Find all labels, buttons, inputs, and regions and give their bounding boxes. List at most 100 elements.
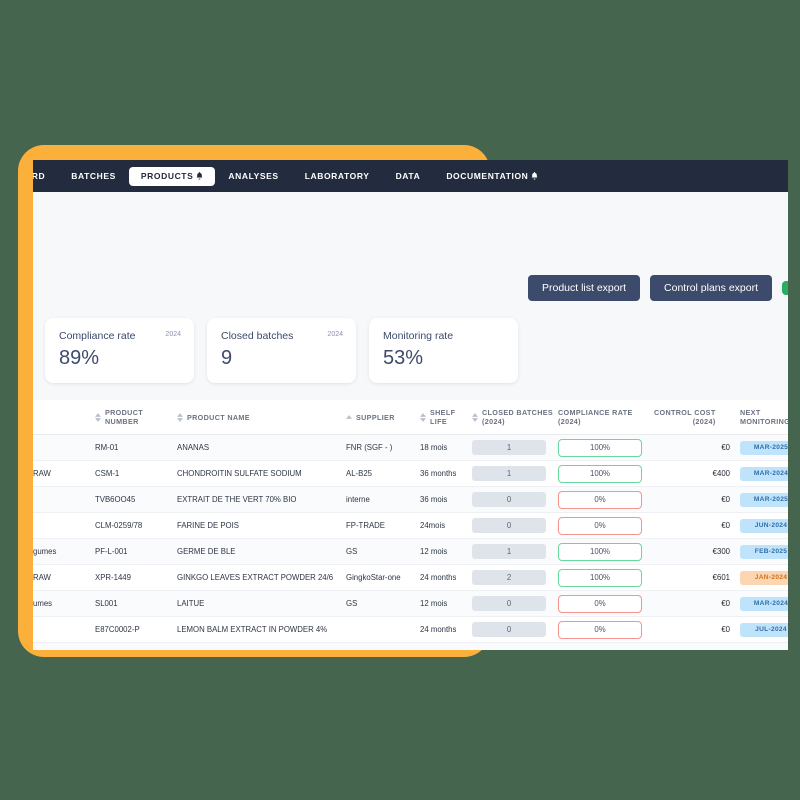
extra-export-button[interactable] bbox=[782, 281, 788, 295]
column-header-label: SHELF LIFE bbox=[430, 408, 456, 426]
cell-next-monitoring bbox=[740, 642, 788, 650]
cell-supplier: AL-B25 bbox=[346, 460, 420, 487]
column-header-next-monitoring[interactable]: NEXT MONITORING bbox=[740, 400, 788, 435]
cell-control-cost: €0 bbox=[654, 616, 740, 643]
cell-product-name bbox=[177, 642, 346, 650]
table-row[interactable]: TVB6OO45 EXTRAIT DE THE VERT 70% BIO inter… bbox=[33, 486, 788, 513]
column-header-label: CONTROL COST (2024) bbox=[654, 408, 716, 426]
cell-control-cost: €0 bbox=[654, 512, 740, 539]
nav-item-laboratory[interactable]: LABORATORY bbox=[292, 160, 383, 192]
nav-item-label: LABORATORY bbox=[304, 171, 370, 181]
cell-compliance-rate: 100% bbox=[558, 434, 654, 461]
closed-batches-pill: 1 bbox=[472, 544, 546, 559]
table-row[interactable]: RAW XPR-1449 GINKGO LEAVES EXTRACT POWDER … bbox=[33, 564, 788, 591]
closed-batches-pill: 1 bbox=[472, 466, 546, 481]
kpi-card-value: 9 bbox=[221, 347, 233, 369]
column-header-label: PRODUCT NUMBER bbox=[105, 408, 143, 426]
table-row[interactable]: umes SL001 LAITUE GS 12 mois 0 0% €0 MAR-2024 bbox=[33, 590, 788, 617]
next-monitoring-chip: JAN-2024 bbox=[740, 570, 788, 585]
nav-item-products[interactable]: PRODUCTS bbox=[128, 166, 216, 186]
kpi-card-year: 2024 bbox=[165, 331, 181, 338]
cell-category bbox=[33, 434, 95, 461]
cell-product-number: PF-L-001 bbox=[95, 538, 177, 565]
cell-compliance-rate: 0% bbox=[558, 590, 654, 617]
kpi-card-year: 2024 bbox=[327, 331, 343, 338]
sort-toggle-icon[interactable] bbox=[420, 412, 426, 422]
nav-item-batches[interactable]: BATCHES bbox=[58, 160, 129, 192]
cell-closed-batches: 1 bbox=[472, 460, 558, 487]
cell-closed-batches: 1 bbox=[472, 538, 558, 565]
cell-supplier: GingkoStar-one bbox=[346, 564, 420, 591]
cell-shelf-life: 24 months bbox=[420, 616, 472, 643]
cell-product-number: E87C0002-P bbox=[95, 616, 177, 643]
kpi-card-compliance-rate: Compliance rate 2024 89% bbox=[45, 318, 194, 383]
next-monitoring-chip: MAR-2025 bbox=[740, 492, 788, 507]
sort-toggle-icon[interactable] bbox=[177, 412, 183, 422]
product-list-export-button[interactable]: Product list export bbox=[527, 275, 641, 301]
nav-item-documentation[interactable]: DOCUMENTATION bbox=[433, 160, 551, 192]
nav-item-ard[interactable]: ARD bbox=[33, 160, 58, 192]
table-row[interactable] bbox=[33, 642, 788, 650]
cell-product-number: TVB6OO45 bbox=[95, 486, 177, 513]
cell-shelf-life: 12 mois bbox=[420, 590, 472, 617]
cell-closed-batches: 1 bbox=[472, 434, 558, 461]
bell-icon bbox=[196, 172, 203, 180]
next-monitoring-chip: MAR-2025 bbox=[740, 440, 788, 455]
cell-category: umes bbox=[33, 590, 95, 617]
cell-closed-batches: 0 bbox=[472, 616, 558, 643]
nav-item-data[interactable]: DATA bbox=[383, 160, 434, 192]
column-header-compliance-rate-2024[interactable]: COMPLIANCE RATE (2024) bbox=[558, 400, 654, 435]
export-actions: Product list export Control plans export bbox=[527, 275, 788, 301]
next-monitoring-chip: FEB-2025 bbox=[740, 544, 788, 559]
cell-product-name: FARINE DE POIS bbox=[177, 512, 346, 539]
kpi-card-monitoring-rate: Monitoring rate 53% bbox=[369, 318, 518, 383]
table-row[interactable]: CLM-0259/78 FARINE DE POIS FP-TRADE 24mois 0… bbox=[33, 512, 788, 539]
cell-product-name: LEMON BALM EXTRACT IN POWDER 4% bbox=[177, 616, 346, 643]
kpi-card-value: 89% bbox=[59, 347, 100, 369]
page-content: Product list export Control plans export… bbox=[33, 192, 788, 400]
column-header-product-number[interactable]: PRODUCT NUMBER bbox=[95, 400, 177, 435]
cell-category bbox=[33, 642, 95, 650]
cell-product-number: SL001 bbox=[95, 590, 177, 617]
cell-control-cost: €0 bbox=[654, 486, 740, 513]
cell-shelf-life: 36 mois bbox=[420, 486, 472, 513]
cell-next-monitoring: FEB-2025 bbox=[740, 538, 788, 565]
table-row[interactable]: RM-01 ANANAS FNR (SGF - ) 18 mois 1 100% €0 MAR… bbox=[33, 434, 788, 461]
nav-item-label: ANALYSES bbox=[228, 171, 279, 181]
column-header-supplier[interactable]: SUPPLIER bbox=[346, 400, 420, 435]
sort-toggle-icon[interactable] bbox=[472, 412, 478, 422]
cell-shelf-life: 36 months bbox=[420, 460, 472, 487]
cell-supplier: interne bbox=[346, 486, 420, 513]
cell-supplier: GS bbox=[346, 538, 420, 565]
cell-shelf-life: 24 months bbox=[420, 564, 472, 591]
cell-closed-batches: 0 bbox=[472, 486, 558, 513]
cell-supplier: FNR (SGF - ) bbox=[346, 434, 420, 461]
column-header-category[interactable] bbox=[33, 400, 95, 435]
compliance-rate-badge: 0% bbox=[558, 620, 642, 639]
table-row[interactable]: E87C0002-P LEMON BALM EXTRACT IN POWDER 4… bbox=[33, 616, 788, 643]
column-header-closed-batches-2024[interactable]: CLOSED BATCHES (2024) bbox=[472, 400, 558, 435]
cell-next-monitoring: MAR-2024 bbox=[740, 460, 788, 487]
column-header-shelf-life[interactable]: SHELF LIFE bbox=[420, 400, 472, 435]
cell-supplier bbox=[346, 642, 420, 650]
kpi-card-value: 53% bbox=[383, 347, 424, 369]
column-header-label: CLOSED BATCHES (2024) bbox=[482, 408, 554, 426]
column-header-product-name[interactable]: PRODUCT NAME bbox=[177, 400, 346, 435]
compliance-rate-badge: 100% bbox=[558, 464, 642, 483]
cell-next-monitoring: MAR-2024 bbox=[740, 590, 788, 617]
cell-shelf-life: 24mois bbox=[420, 512, 472, 539]
nav-item-label: PRODUCTS bbox=[140, 171, 194, 181]
control-plans-export-button[interactable]: Control plans export bbox=[650, 275, 772, 301]
table-row[interactable]: RAW CSM-1 CHONDROITIN SULFATE SODIUM AL-B25… bbox=[33, 460, 788, 487]
cell-closed-batches: 0 bbox=[472, 512, 558, 539]
sort-asc-icon[interactable] bbox=[346, 415, 352, 419]
sort-toggle-icon[interactable] bbox=[95, 412, 101, 422]
compliance-rate-badge: 0% bbox=[558, 594, 642, 613]
nav-item-analyses[interactable]: ANALYSES bbox=[215, 160, 291, 192]
table-row[interactable]: gumes PF-L-001 GERME DE BLE GS 12 mois 1 100% €… bbox=[33, 538, 788, 565]
cell-next-monitoring: MAR-2025 bbox=[740, 486, 788, 513]
column-header-control-cost-2024[interactable]: CONTROL COST (2024) bbox=[654, 400, 740, 435]
column-header-label: SUPPLIER bbox=[356, 412, 395, 422]
cell-next-monitoring: JUL-2024 bbox=[740, 616, 788, 643]
compliance-rate-badge: 100% bbox=[558, 542, 642, 561]
